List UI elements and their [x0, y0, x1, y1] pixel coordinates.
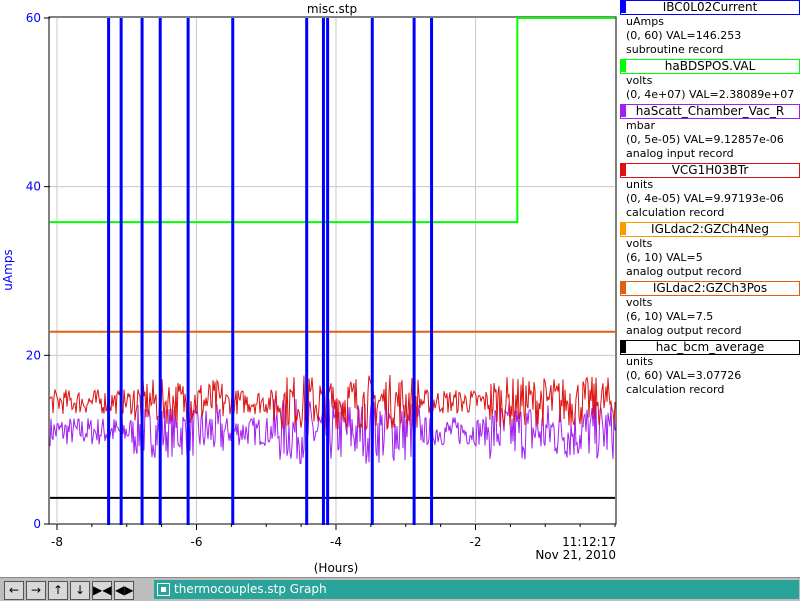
legend-unit: units [626, 178, 654, 191]
tab-label: thermocouples.stp Graph [174, 582, 327, 596]
zoom-in-button[interactable]: ▶◀ [92, 581, 112, 600]
y-tick-label: 0 [33, 517, 41, 531]
legend-record-type: analog input record [626, 147, 734, 160]
legend-unit: volts [626, 237, 653, 250]
y-tick-label: 60 [26, 11, 41, 25]
y-tick-label: 20 [26, 348, 41, 362]
scroll-up-button[interactable]: ↑ [48, 581, 68, 600]
legend-unit: uAmps [626, 15, 664, 28]
legend-unit: volts [626, 296, 653, 309]
legend-range-value: (0, 4e+07) VAL=2.38089e+07 [626, 88, 795, 101]
legend-range-value: (0, 4e-05) VAL=9.97193e-06 [626, 192, 784, 205]
y-axis-label: uAmps [1, 249, 15, 290]
x-tick-label: -2 [470, 535, 482, 549]
legend-trace-name: IBC0L02Current [620, 0, 800, 15]
legend-range-value: (0, 60) VAL=146.253 [626, 29, 742, 42]
legend-color-swatch [620, 104, 626, 117]
legend-unit: volts [626, 74, 653, 87]
scroll-left-button[interactable]: ← [4, 581, 24, 600]
legend-unit: units [626, 355, 654, 368]
x-axis-label: (Hours) [314, 561, 359, 575]
x-tick-label: -4 [330, 535, 342, 549]
legend-trace-name: hac_bcm_average [620, 340, 800, 355]
legend-range-value: (6, 10) VAL=5 [626, 251, 703, 264]
legend-record-type: calculation record [626, 383, 725, 396]
legend-color-swatch [620, 59, 626, 72]
legend-trace-name: VCG1H03BTr [620, 163, 800, 178]
legend-record-type: analog output record [626, 324, 742, 337]
timestamp-time: 11:12:17 [562, 535, 616, 549]
x-tick-label: -6 [190, 535, 202, 549]
legend-trace-name: IGLdac2:GZCh3Pos [620, 281, 800, 296]
legend-color-swatch [620, 0, 626, 13]
legend-unit: mbar [626, 119, 655, 132]
y-tick-label: 40 [26, 180, 41, 194]
legend-range-value: (0, 5e-05) VAL=9.12857e-06 [626, 133, 784, 146]
legend-color-swatch [620, 281, 626, 294]
legend-range-value: (0, 60) VAL=3.07726 [626, 369, 742, 382]
legend-trace-name: haBDSPOS.VAL [620, 59, 800, 74]
taskbar: ← → ↑ ↓ ▶◀ ◀▶ thermocouples.stp Graph [0, 577, 800, 601]
window-icon [157, 583, 170, 596]
legend-record-type: calculation record [626, 206, 725, 219]
scroll-down-button[interactable]: ↓ [70, 581, 90, 600]
zoom-out-button[interactable]: ◀▶ [114, 581, 134, 600]
legend-record-type: analog output record [626, 265, 742, 278]
scroll-right-button[interactable]: → [26, 581, 46, 600]
tab-thermocouples-graph[interactable]: thermocouples.stp Graph [154, 580, 799, 599]
legend-range-value: (6, 10) VAL=7.5 [626, 310, 714, 323]
legend-trace-name: haScatt_Chamber_Vac_R [620, 104, 800, 119]
chart-title: misc.stp [307, 2, 357, 16]
legend-color-swatch [620, 222, 626, 235]
legend-trace-name: IGLdac2:GZCh4Neg [620, 222, 800, 237]
legend-color-swatch [620, 340, 626, 353]
legend-color-swatch [620, 163, 626, 176]
timestamp-date: Nov 21, 2010 [535, 548, 616, 562]
legend-record-type: subroutine record [626, 43, 724, 56]
x-tick-label: -8 [51, 535, 63, 549]
